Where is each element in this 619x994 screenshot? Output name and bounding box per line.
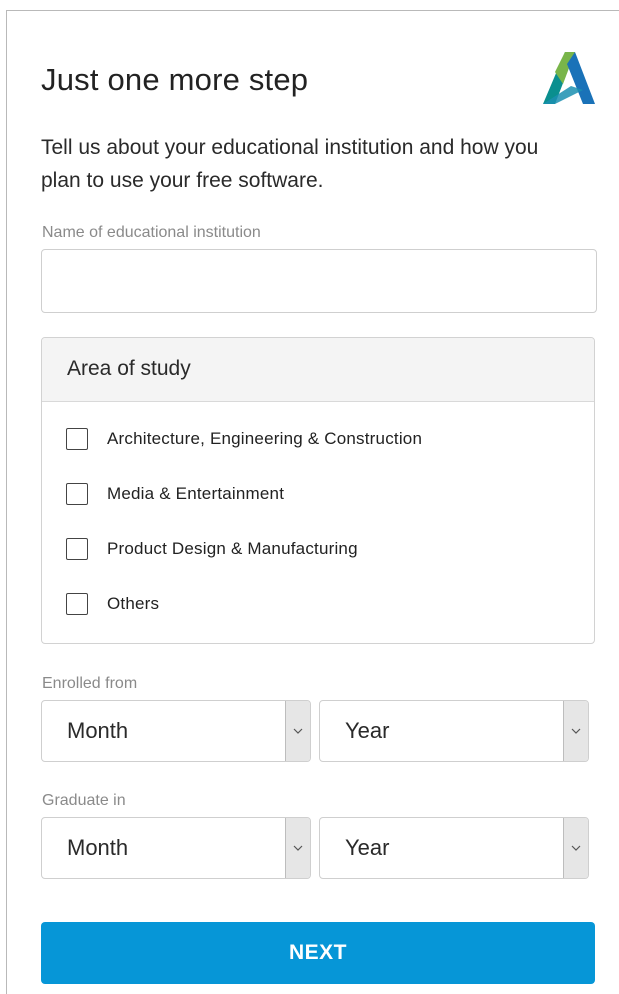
graduate-year-select[interactable]: Year	[319, 817, 589, 879]
checkbox-media-entertainment[interactable]: Media & Entertainment	[66, 479, 284, 509]
graduate-in-label: Graduate in	[42, 792, 126, 809]
checkbox-icon[interactable]	[66, 538, 88, 560]
enrolled-year-value: Year	[345, 718, 390, 743]
checkbox-icon[interactable]	[66, 593, 88, 615]
chevron-down-icon[interactable]	[563, 818, 588, 878]
checkbox-icon[interactable]	[66, 428, 88, 450]
chevron-down-icon[interactable]	[285, 701, 310, 761]
graduate-month-select[interactable]: Month	[41, 817, 311, 879]
checkbox-product-design[interactable]: Product Design & Manufacturing	[66, 534, 358, 564]
institution-label: Name of educational institution	[42, 224, 261, 241]
next-button[interactable]: NEXT	[41, 922, 595, 984]
chevron-down-icon[interactable]	[563, 701, 588, 761]
enrolled-year-select[interactable]: Year	[319, 700, 589, 762]
checkbox-label: Architecture, Engineering & Construction	[107, 429, 423, 448]
enrolled-month-select[interactable]: Month	[41, 700, 311, 762]
autodesk-logo-icon	[543, 52, 595, 104]
page-title: Just one more step	[41, 62, 309, 97]
checkbox-icon[interactable]	[66, 483, 88, 505]
checkbox-label: Product Design & Manufacturing	[107, 539, 358, 558]
checkbox-aec[interactable]: Architecture, Engineering & Construction	[66, 424, 422, 454]
checkbox-label: Media & Entertainment	[107, 484, 285, 503]
graduate-month-value: Month	[67, 835, 129, 860]
checkbox-others[interactable]: Others	[66, 589, 159, 619]
chevron-down-icon[interactable]	[285, 818, 310, 878]
intro-text: Tell us about your educational instituti…	[41, 136, 539, 192]
checkbox-label: Others	[107, 594, 160, 613]
graduate-year-value: Year	[345, 835, 390, 860]
enrolled-month-value: Month	[67, 718, 129, 743]
enrolled-from-label: Enrolled from	[42, 675, 138, 692]
institution-input[interactable]	[41, 249, 597, 313]
area-of-study-header: Area of study	[42, 338, 594, 402]
area-of-study-panel: Area of study Architecture, Engineering …	[41, 337, 595, 644]
